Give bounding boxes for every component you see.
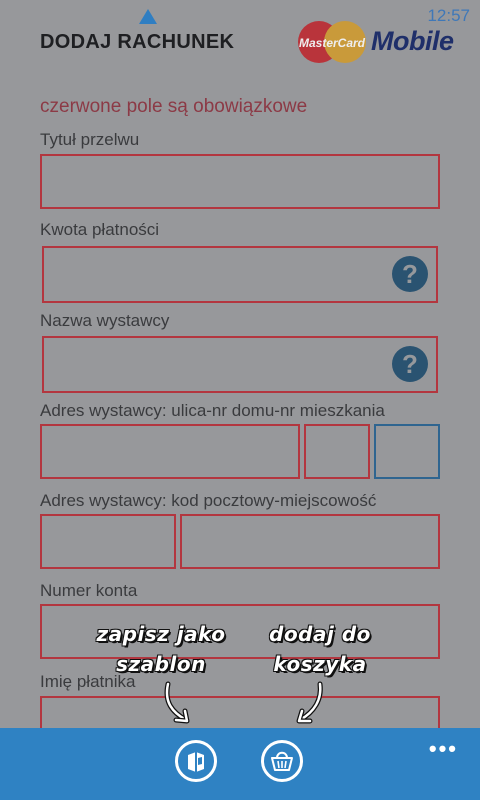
mastercard-mobile-logo: MasterCard Mobile: [297, 20, 462, 64]
tip-arrow-icon: [164, 681, 190, 724]
scroll-up-indicator-icon[interactable]: [139, 9, 157, 24]
label-issuer-address: Adres wystawcy: ulica-nr domu-nr mieszka…: [40, 401, 385, 420]
house-number-field[interactable]: [304, 424, 370, 479]
page-title: DODAJ RACHUNEK: [40, 31, 235, 53]
title-field[interactable]: [40, 154, 440, 209]
label-account: Numer konta: [40, 581, 138, 600]
save-template-icon: [188, 752, 204, 772]
save-template-button[interactable]: [175, 740, 217, 782]
amount-field[interactable]: ?: [42, 246, 438, 303]
label-issuer-postal: Adres wystawcy: kod pocztowy-miejscowość: [40, 491, 377, 510]
add-to-cart-button[interactable]: [261, 740, 303, 782]
more-options-icon[interactable]: •••: [429, 736, 458, 762]
logo-text: Mobile: [371, 26, 454, 56]
help-icon[interactable]: ?: [392, 346, 428, 382]
issuer-name-field[interactable]: ?: [42, 336, 438, 393]
apartment-number-field[interactable]: [374, 424, 440, 479]
help-icon[interactable]: ?: [392, 256, 428, 292]
tip-arrow-icon: [296, 681, 323, 724]
city-field[interactable]: [180, 514, 440, 569]
postal-code-field[interactable]: [40, 514, 176, 569]
required-note: czerwone pole są obowiązkowe: [40, 96, 308, 117]
logo-badge-text: MasterCard: [299, 36, 366, 50]
tip-add-to-cart: dodaj do koszyka: [269, 622, 371, 676]
basket-icon: [271, 751, 293, 771]
mastercard-logo-icon: MasterCard: [298, 21, 366, 63]
label-issuer-name: Nazwa wystawcy: [40, 311, 170, 330]
tip-save-template: zapisz jako szablon: [96, 622, 226, 676]
app-bar: •••: [0, 728, 480, 800]
street-field[interactable]: [40, 424, 300, 479]
label-amount: Kwota płatności: [40, 220, 160, 239]
label-title: Tytuł przelwu: [40, 130, 140, 149]
